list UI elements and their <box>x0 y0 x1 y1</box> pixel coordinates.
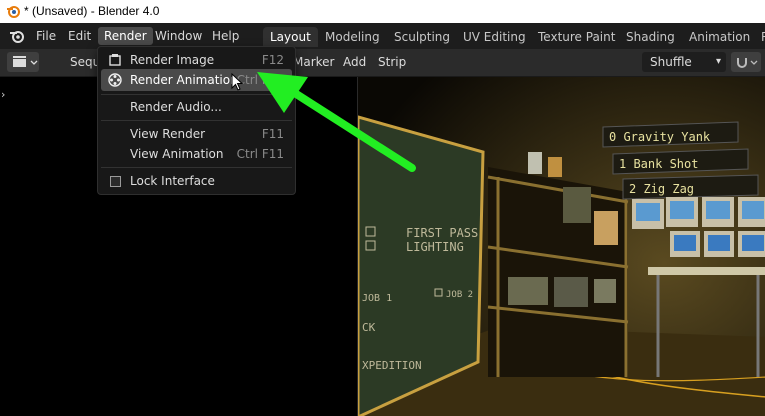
marker-menu[interactable]: Marker <box>293 55 334 69</box>
magnet-icon <box>737 58 758 68</box>
menu-item-label: Render Animation <box>130 73 238 87</box>
tab-animation[interactable]: Animation <box>682 27 757 47</box>
shuffle-dropdown[interactable]: Shuffle ▾ <box>642 52 726 72</box>
scene-illustration: FIRST PASS LIGHTING JOB 1 JOB 2 CK XPEDI… <box>358 77 765 416</box>
tab-shading[interactable]: Shading <box>619 27 682 47</box>
menu-item-render-audio[interactable]: Render Audio... <box>101 96 292 118</box>
chalk-line-5: CK <box>362 321 376 334</box>
menu-item-label: Lock Interface <box>130 174 215 188</box>
render-dropdown-menu: Render Image F12 Render Animation Ctrl F… <box>97 46 296 195</box>
tab-texture-paint[interactable]: Texture Paint <box>531 27 622 47</box>
menu-item-view-render[interactable]: View Render F11 <box>101 123 292 145</box>
chalk-line-2: LIGHTING <box>406 240 464 254</box>
menu-item-label: View Render <box>130 127 206 141</box>
menu-item-render-animation[interactable]: Render Animation Ctrl F12 <box>101 69 292 91</box>
menu-separator <box>101 94 292 95</box>
tab-rendering[interactable]: R <box>754 27 765 47</box>
menu-separator <box>101 167 292 168</box>
chalk-line-3: JOB 1 <box>362 293 392 304</box>
menu-item-render-image[interactable]: Render Image F12 <box>101 49 292 71</box>
blender-logo-icon[interactable] <box>9 29 25 43</box>
strip-menu[interactable]: Strip <box>378 55 406 69</box>
sidebar-expand-arrow-icon[interactable]: › <box>1 88 5 101</box>
banner-line-1: 0 Gravity Yank <box>609 130 711 144</box>
menu-edit[interactable]: Edit <box>62 27 97 45</box>
tab-uv-editing[interactable]: UV Editing <box>456 27 533 47</box>
menu-item-label: Render Audio... <box>130 100 222 114</box>
menu-window[interactable]: Window <box>149 27 208 45</box>
blender-app-icon <box>7 6 20 18</box>
chevron-down-icon: ▾ <box>715 56 721 67</box>
render-preview[interactable]: FIRST PASS LIGHTING JOB 1 JOB 2 CK XPEDI… <box>357 77 765 416</box>
banner-line-2: 1 Bank Shot <box>619 157 698 171</box>
window-title: * (Unsaved) - Blender 4.0 <box>24 4 160 18</box>
film-reel-icon <box>108 73 122 87</box>
menu-item-lock-interface[interactable]: Lock Interface <box>101 170 292 192</box>
editor-type-button[interactable] <box>7 52 39 72</box>
menu-item-view-animation[interactable]: View Animation Ctrl F11 <box>101 143 292 165</box>
chalk-line-4: JOB 2 <box>446 290 473 300</box>
menu-item-shortcut: F11 <box>261 127 284 141</box>
menu-item-shortcut: Ctrl F11 <box>236 147 284 161</box>
mouse-cursor-icon <box>231 73 244 91</box>
menu-item-label: View Animation <box>130 147 224 161</box>
title-bar: * (Unsaved) - Blender 4.0 <box>0 0 765 23</box>
chalk-line-1: FIRST PASS <box>406 226 478 240</box>
chalk-line-6: XPEDITION <box>362 359 422 372</box>
sequencer-label[interactable]: Sequ <box>70 55 100 69</box>
menu-render[interactable]: Render <box>98 27 153 45</box>
snap-button[interactable] <box>731 52 761 72</box>
shuffle-dropdown-value: Shuffle <box>650 55 692 69</box>
menu-help[interactable]: Help <box>206 27 245 45</box>
menu-item-label: Render Image <box>130 53 215 67</box>
tab-modeling[interactable]: Modeling <box>318 27 387 47</box>
render-image-icon <box>109 54 121 66</box>
banner-line-3: 2 Zig Zag <box>629 182 694 196</box>
add-menu[interactable]: Add <box>343 55 366 69</box>
menu-item-shortcut: F12 <box>261 53 284 67</box>
tab-layout[interactable]: Layout <box>263 27 318 47</box>
tab-sculpting[interactable]: Sculpting <box>387 27 457 47</box>
lock-interface-checkbox[interactable] <box>110 176 121 187</box>
menu-file[interactable]: File <box>30 27 62 45</box>
clapperboard-icon <box>13 56 38 67</box>
menu-separator <box>101 120 292 121</box>
